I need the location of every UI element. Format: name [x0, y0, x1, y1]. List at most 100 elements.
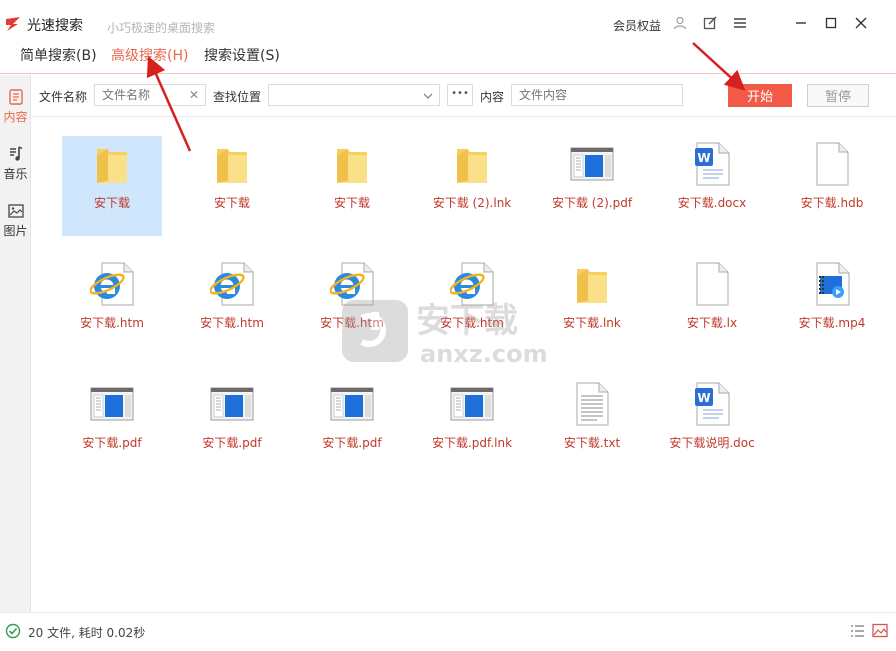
browse-more-button[interactable]: •••	[447, 84, 473, 106]
file-item[interactable]: W 安下载.docx	[662, 136, 762, 236]
edit-icon[interactable]	[701, 14, 719, 32]
location-select[interactable]	[268, 84, 440, 106]
file-item[interactable]: 安下载.pdf	[302, 376, 402, 476]
menu-search-settings[interactable]: 搜索设置(S)	[204, 45, 280, 65]
svg-text:W: W	[697, 391, 710, 405]
file-item[interactable]: 安下载 (2).pdf	[542, 136, 642, 236]
file-item[interactable]: 安下载	[302, 136, 402, 236]
file-item[interactable]: 安下载.lnk	[542, 256, 642, 356]
file-item[interactable]: 安下载.htm	[62, 256, 162, 356]
sidebar-item-label: 图片	[3, 224, 28, 238]
minimize-icon[interactable]	[792, 14, 810, 32]
content-input[interactable]	[511, 84, 683, 106]
user-icon[interactable]	[671, 14, 689, 32]
pdf-window-icon	[449, 380, 495, 428]
search-bar: 文件名称 ✕ 查找位置 ••• 内容 开始 暂停	[31, 75, 896, 117]
file-item[interactable]: 安下载.txt	[542, 376, 642, 476]
maximize-icon[interactable]	[822, 14, 840, 32]
sidebar: 内容 音乐 图片	[0, 75, 31, 651]
file-name: 安下载 (2).pdf	[551, 196, 633, 210]
blank-file-icon	[809, 140, 855, 188]
pdf-window-icon	[569, 140, 615, 188]
document-icon	[6, 87, 26, 107]
file-item[interactable]: 安下载.hdb	[782, 136, 882, 236]
clear-icon[interactable]: ✕	[189, 88, 199, 102]
menu-simple-search[interactable]: 简单搜索(B)	[20, 45, 97, 65]
file-name: 安下载.mp4	[798, 316, 866, 330]
file-name: 安下载.htm	[80, 316, 144, 330]
file-item[interactable]: 安下载.pdf	[62, 376, 162, 476]
folder-icon	[329, 140, 375, 188]
status-bar: 20 文件, 耗时 0.02秒	[0, 612, 896, 651]
chevron-down-icon[interactable]	[423, 89, 433, 104]
sidebar-item-label: 内容	[3, 110, 28, 124]
menu-icon[interactable]	[731, 14, 749, 32]
file-item[interactable]: 安下载 (2).lnk	[422, 136, 522, 236]
svg-text:W: W	[697, 151, 710, 165]
content-label: 内容	[480, 90, 505, 104]
file-name: 安下载.pdf	[322, 436, 382, 450]
file-name: 安下载	[93, 196, 130, 210]
pdf-window-icon	[89, 380, 135, 428]
folder-icon	[209, 140, 255, 188]
image-icon	[6, 201, 26, 221]
thumbnail-view-icon[interactable]	[872, 623, 888, 642]
check-icon	[5, 623, 21, 643]
music-icon	[6, 144, 26, 164]
folder-icon	[449, 140, 495, 188]
folder-icon	[89, 140, 135, 188]
file-name: 安下载.txt	[563, 436, 621, 450]
app-logo-icon	[6, 17, 20, 31]
file-item[interactable]: 安下载	[182, 136, 282, 236]
file-name: 安下载 (2).lnk	[432, 196, 512, 210]
file-item[interactable]: 安下载.pdf	[182, 376, 282, 476]
sidebar-item-content[interactable]: 内容	[0, 75, 31, 125]
word-document-icon: W	[689, 140, 735, 188]
file-name: 安下载.lnk	[563, 316, 621, 330]
app-slogan: 小巧极速的桌面搜索	[107, 21, 216, 35]
pause-button[interactable]: 暂停	[807, 84, 869, 107]
ie-html-icon	[89, 260, 135, 308]
file-name: 安下载说明.doc	[669, 436, 755, 450]
list-view-icon[interactable]	[850, 624, 865, 642]
ie-html-icon	[209, 260, 255, 308]
close-icon[interactable]	[852, 14, 870, 32]
sidebar-item-label: 音乐	[3, 167, 28, 181]
app-title: 光速搜索	[27, 18, 83, 34]
file-name: 安下载	[333, 196, 370, 210]
status-text: 20 文件, 耗时 0.02秒	[28, 626, 146, 640]
file-item[interactable]: 安下载	[62, 136, 162, 236]
member-benefits-link[interactable]: 会员权益	[613, 17, 661, 34]
file-item[interactable]: 安下载.pdf.lnk	[422, 376, 522, 476]
menu-bar: 简单搜索(B) 高级搜索(H) 搜索设置(S)	[0, 40, 896, 74]
start-button[interactable]: 开始	[728, 84, 792, 107]
watermark-title: 安下载	[416, 301, 518, 341]
file-name: 安下载.lx	[686, 316, 738, 330]
file-name: 安下载.htm	[200, 316, 264, 330]
file-item[interactable]: W 安下载说明.doc	[662, 376, 762, 476]
blank-file-icon	[689, 260, 735, 308]
menu-advanced-search[interactable]: 高级搜索(H)	[111, 45, 188, 65]
title-bar: 光速搜索 小巧极速的桌面搜索 会员权益	[0, 0, 896, 40]
file-name: 安下载.hdb	[800, 196, 864, 210]
file-item[interactable]: 安下载.htm	[182, 256, 282, 356]
file-name: 安下载.pdf	[202, 436, 262, 450]
location-label: 查找位置	[213, 90, 262, 104]
file-name: 安下载.pdf.lnk	[431, 436, 513, 450]
pdf-window-icon	[209, 380, 255, 428]
watermark-logo: 安下载 anxz.com	[342, 300, 548, 366]
file-item[interactable]: 安下载.lx	[662, 256, 762, 356]
folder-icon	[569, 260, 615, 308]
text-file-icon	[569, 380, 615, 428]
word-document-icon: W	[689, 380, 735, 428]
file-name: 安下载.docx	[677, 196, 747, 210]
file-name: 安下载	[213, 196, 250, 210]
filename-label: 文件名称	[39, 90, 88, 104]
watermark-url: anxz.com	[420, 340, 548, 366]
menu-divider	[0, 73, 896, 74]
file-item[interactable]: 安下载.mp4	[782, 256, 882, 356]
file-name: 安下载.pdf	[82, 436, 142, 450]
video-file-icon	[809, 260, 855, 308]
sidebar-item-music[interactable]: 音乐	[0, 132, 31, 182]
sidebar-item-images[interactable]: 图片	[0, 189, 31, 239]
